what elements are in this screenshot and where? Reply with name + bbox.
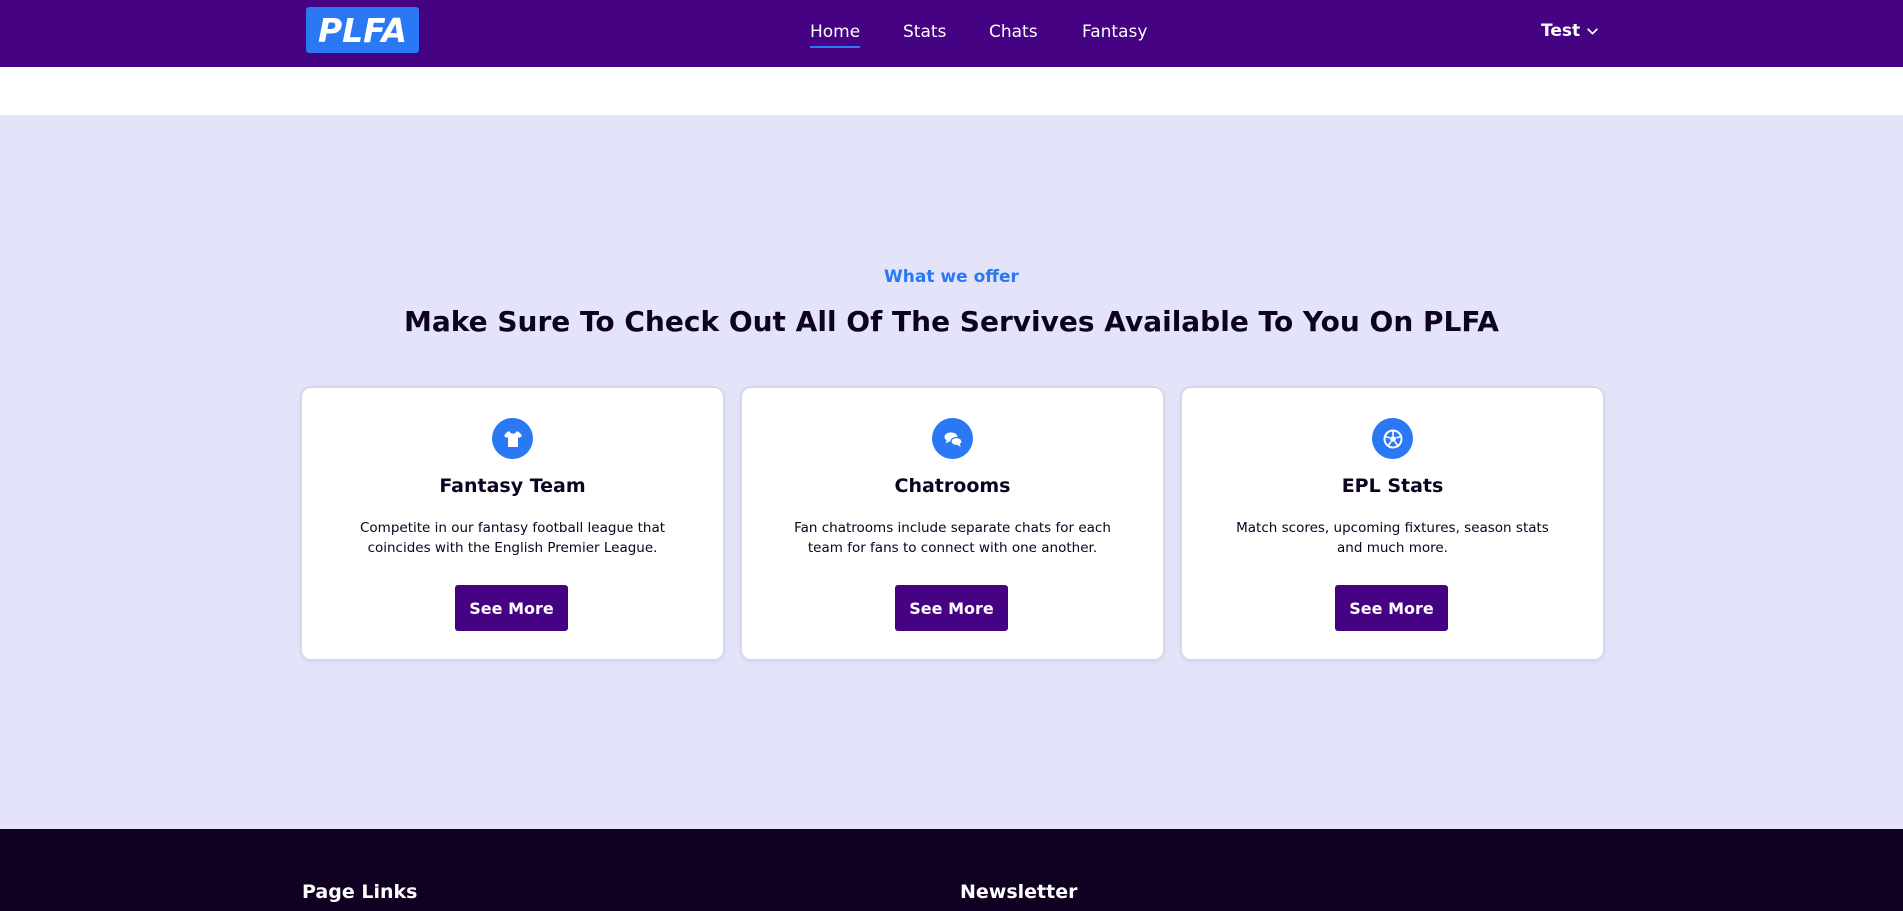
offer-section: What we offer Make Sure To Check Out All… [0, 115, 1903, 829]
service-card-chatrooms: Chatrooms Fan chatrooms include separate… [742, 388, 1163, 659]
card-title: EPL Stats [1341, 475, 1444, 497]
footer-page-links-heading: Page Links [302, 881, 418, 903]
shirt-icon [492, 418, 533, 459]
see-more-button[interactable]: See More [1335, 585, 1448, 631]
nav-link-fantasy[interactable]: Fantasy [1082, 22, 1147, 42]
card-title: Fantasy Team [439, 475, 586, 497]
see-more-button[interactable]: See More [895, 585, 1008, 631]
footer: Page Links Newsletter [0, 829, 1903, 911]
logo-text: PLFA [317, 10, 408, 50]
card-description: Competite in our fantasy football league… [359, 520, 666, 556]
chevron-down-icon [1587, 27, 1598, 35]
card-description: Match scores, upcoming fixtures, season … [1236, 520, 1549, 556]
see-more-button[interactable]: See More [455, 585, 568, 631]
card-description: Fan chatrooms include separate chats for… [794, 520, 1111, 556]
football-icon [1372, 418, 1413, 459]
navbar: PLFA Home Stats Chats Fantasy Test [0, 0, 1903, 67]
service-card-epl-stats: EPL Stats Match scores, upcoming fixture… [1182, 388, 1603, 659]
nav-link-chats[interactable]: Chats [989, 22, 1038, 42]
service-card-fantasy: Fantasy Team Competite in our fantasy fo… [302, 388, 723, 659]
header-spacer [0, 67, 1903, 115]
section-heading: Make Sure To Check Out All Of The Serviv… [404, 305, 1499, 338]
logo[interactable]: PLFA [306, 7, 419, 53]
chat-bubbles-icon [932, 418, 973, 459]
user-menu[interactable]: Test [1541, 21, 1599, 41]
card-title: Chatrooms [894, 475, 1011, 497]
nav-link-stats[interactable]: Stats [903, 22, 946, 42]
section-eyebrow: What we offer [884, 267, 1019, 287]
footer-newsletter-heading: Newsletter [960, 881, 1078, 903]
nav-link-home[interactable]: Home [810, 22, 861, 48]
user-name: Test [1541, 21, 1581, 41]
